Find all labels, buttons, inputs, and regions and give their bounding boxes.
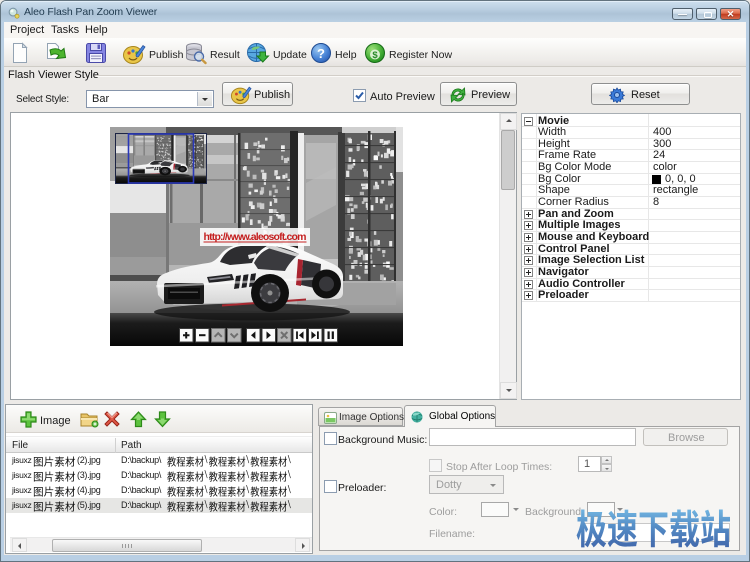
svg-text:$: $ bbox=[372, 50, 378, 61]
svg-text:?: ? bbox=[317, 46, 325, 61]
svg-text:http://www.aleosoft.com: http://www.aleosoft.com bbox=[204, 231, 307, 243]
